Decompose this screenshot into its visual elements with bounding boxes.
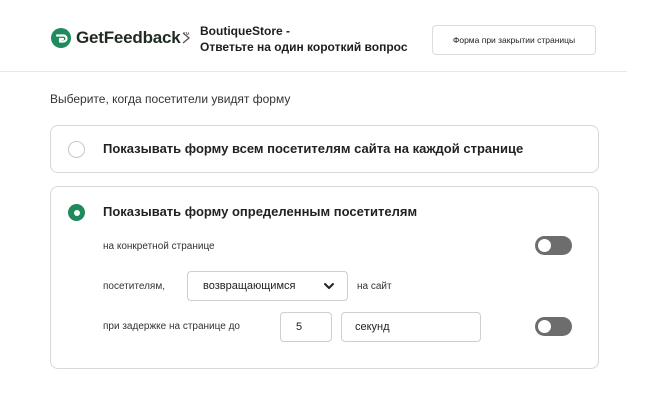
header: GetFeedback ™ BoutiqueStore - Ответьте н… xyxy=(0,0,646,72)
logo-text: GetFeedback xyxy=(76,28,181,47)
specific-page-label: на конкретной странице xyxy=(103,241,215,252)
option-card-all-visitors[interactable]: Показывать форму всем посетителям сайта … xyxy=(50,125,599,173)
logo[interactable]: GetFeedback ™ xyxy=(51,28,190,48)
chevron-down-icon xyxy=(324,283,334,289)
breadcrumb-site: BoutiqueStore - xyxy=(200,24,290,38)
visitors-prefix-label: посетителям, xyxy=(103,281,165,292)
visitor-type-value: возвращающимся xyxy=(203,280,296,292)
option-specific-visitors-label: Показывать форму определенным посетителя… xyxy=(103,204,418,219)
getfeedback-logo-icon xyxy=(51,28,71,48)
breadcrumb: BoutiqueStore - Ответьте на один коротки… xyxy=(200,23,408,55)
delay-input[interactable] xyxy=(280,312,332,342)
breadcrumb-survey: Ответьте на один короткий вопрос xyxy=(200,40,408,54)
header-divider xyxy=(0,71,627,72)
option-all-visitors-label: Показывать форму всем посетителям сайта … xyxy=(103,141,524,156)
delay-label: при задержке на странице до xyxy=(103,321,240,332)
visitors-suffix-label: на сайт xyxy=(357,281,392,292)
delay-toggle[interactable] xyxy=(535,317,572,336)
delay-unit-field[interactable]: секунд xyxy=(341,312,481,342)
chevron-right-icon xyxy=(182,32,191,44)
exit-intent-form-button[interactable]: Форма при закрытии страницы xyxy=(432,25,596,55)
page-subtitle: Выберите, когда посетители увидят форму xyxy=(50,92,291,106)
visitor-type-select[interactable]: возвращающимся xyxy=(187,271,348,301)
specific-page-toggle[interactable] xyxy=(535,236,572,255)
radio-specific-visitors[interactable] xyxy=(68,204,85,221)
radio-all-visitors[interactable] xyxy=(68,141,85,158)
option-card-specific-visitors[interactable]: Показывать форму определенным посетителя… xyxy=(50,186,599,369)
delay-unit-value: секунд xyxy=(355,321,390,333)
